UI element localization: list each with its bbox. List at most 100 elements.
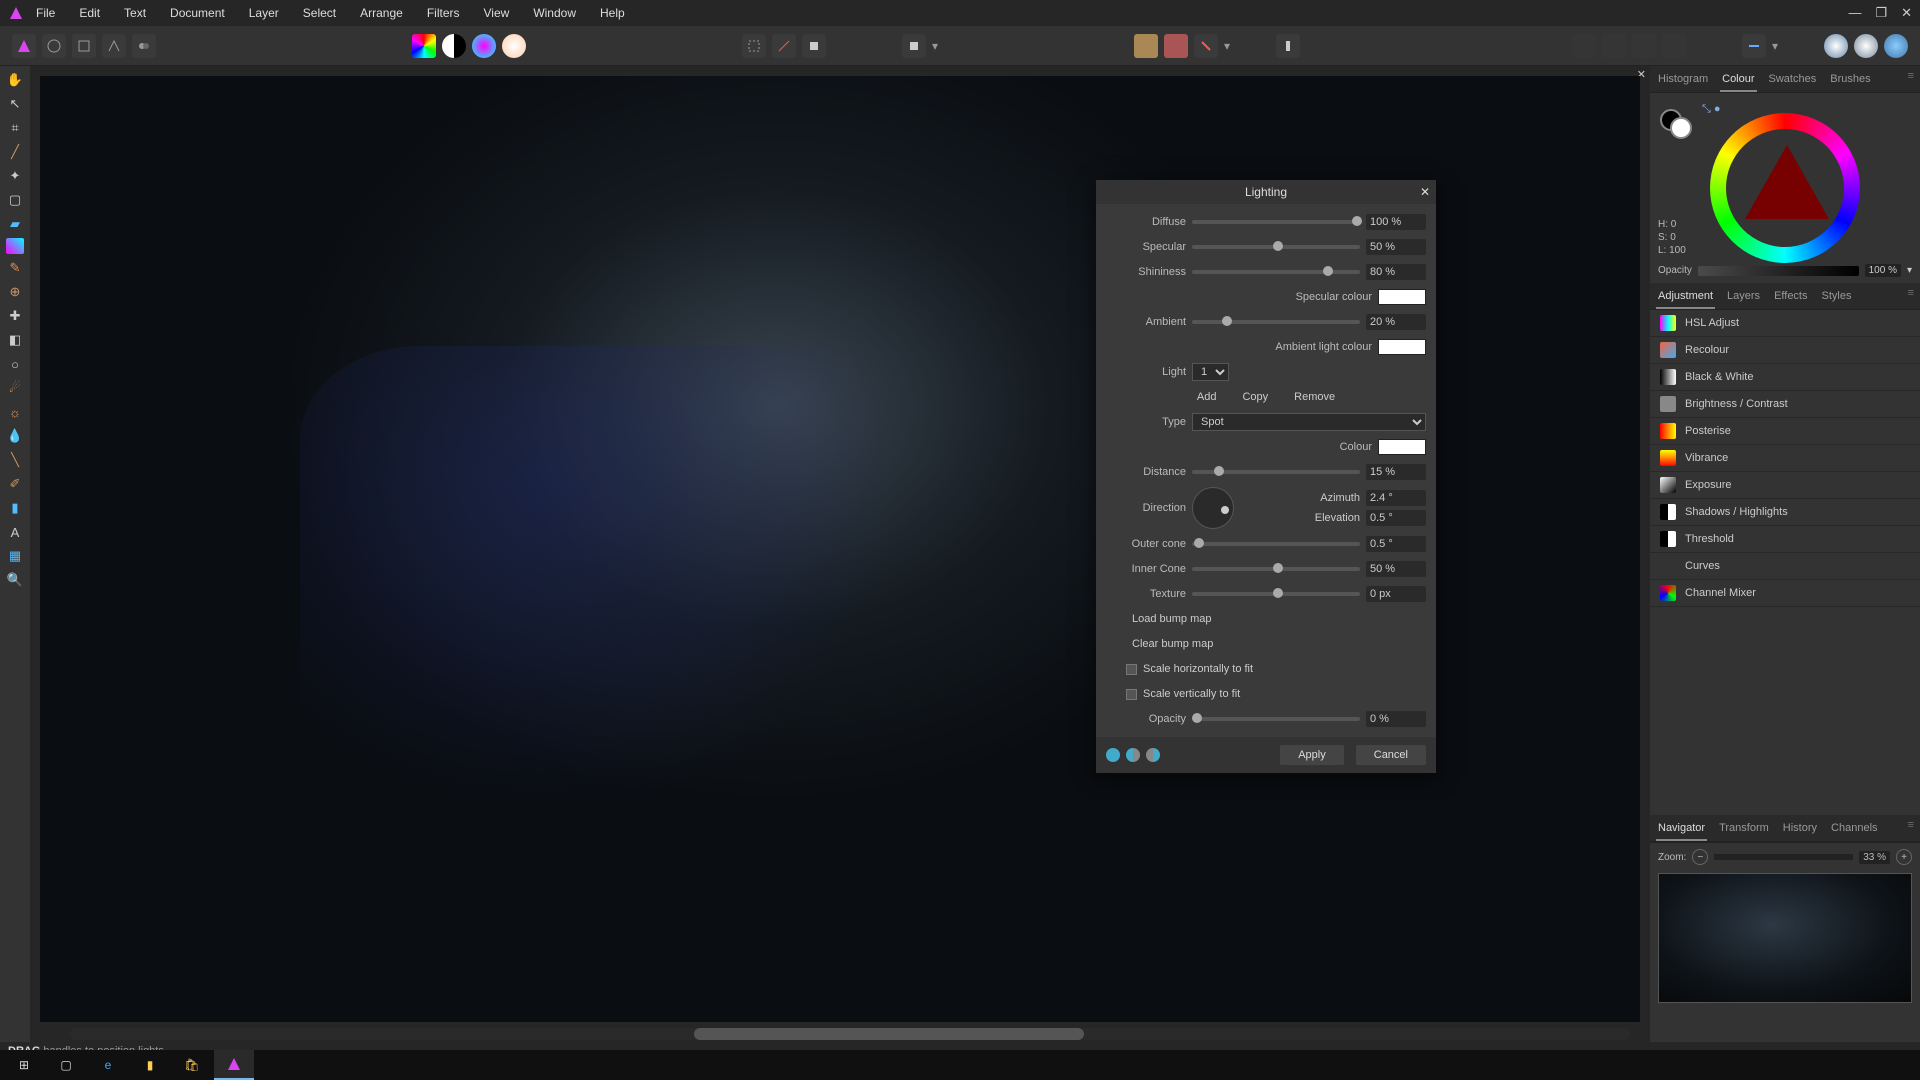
tab-channels[interactable]: Channels (1829, 819, 1879, 841)
shininess-slider[interactable] (1192, 270, 1360, 274)
arrange-backward-icon[interactable] (1602, 34, 1626, 58)
live-filter-icon[interactable] (1884, 34, 1908, 58)
adjustment-item[interactable]: Posterise (1650, 418, 1920, 445)
menu-arrange[interactable]: Arrange (360, 6, 403, 20)
crop-tool-icon[interactable]: ⌗ (4, 118, 26, 138)
specular-value[interactable]: 50 % (1366, 239, 1426, 255)
greyscale-icon[interactable] (442, 34, 466, 58)
adjustment-item[interactable]: Shadows / Highlights (1650, 499, 1920, 526)
tab-swatches[interactable]: Swatches (1767, 70, 1819, 92)
opacity-value[interactable]: 100 % (1865, 264, 1901, 277)
persona-export-icon[interactable] (132, 34, 156, 58)
menu-document[interactable]: Document (170, 6, 225, 20)
smudge-tool-icon[interactable]: ☄ (4, 378, 26, 398)
navigator-thumbnail[interactable] (1658, 873, 1912, 1003)
selection-subtract-icon[interactable] (772, 34, 796, 58)
arrange-front-icon[interactable] (1662, 34, 1686, 58)
texture-value[interactable]: 0 px (1366, 586, 1426, 602)
dialog-opacity-value[interactable]: 0 % (1366, 711, 1426, 727)
scale-v-checkbox[interactable] (1126, 689, 1137, 700)
persona-tone-icon[interactable] (102, 34, 126, 58)
texture-slider[interactable] (1192, 592, 1360, 596)
dialog-opacity-slider[interactable] (1192, 717, 1360, 721)
tab-transform[interactable]: Transform (1717, 819, 1771, 841)
selection-tool-icon[interactable] (742, 34, 766, 58)
vector-tool-icon[interactable]: ✐ (4, 474, 26, 494)
arrange-back-icon[interactable] (1572, 34, 1596, 58)
wand-tool-icon[interactable]: ✦ (4, 166, 26, 186)
copy-light-button[interactable]: Copy (1236, 391, 1274, 403)
direction-control[interactable] (1192, 487, 1234, 529)
remove-light-button[interactable]: Remove (1288, 391, 1341, 403)
rgb-icon[interactable] (472, 34, 496, 58)
move-tool-icon[interactable]: ↖ (4, 94, 26, 114)
scale-h-checkbox[interactable] (1126, 664, 1137, 675)
outer-cone-slider[interactable] (1192, 542, 1360, 546)
menu-help[interactable]: Help (600, 6, 625, 20)
light-colour-swatch[interactable] (1378, 439, 1426, 455)
dialog-close-icon[interactable]: ✕ (1420, 185, 1430, 199)
menu-file[interactable]: File (36, 6, 55, 20)
add-layer-icon[interactable] (1824, 34, 1848, 58)
edge-browser-icon[interactable]: e (88, 1050, 128, 1080)
adjustment-item[interactable]: Exposure (1650, 472, 1920, 499)
adjustment-item[interactable]: Vibrance (1650, 445, 1920, 472)
panel-menu-icon[interactable]: ≡ (1908, 287, 1914, 309)
dialog-titlebar[interactable]: Lighting ✕ (1096, 180, 1436, 204)
dodge-tool-icon[interactable]: ○ (4, 354, 26, 374)
specular-colour-swatch[interactable] (1378, 289, 1426, 305)
quick-mask-icon[interactable] (802, 34, 826, 58)
inner-cone-slider[interactable] (1192, 567, 1360, 571)
menu-text[interactable]: Text (124, 6, 146, 20)
dropdown-arrow-icon[interactable]: ▾ (1772, 39, 1778, 53)
dropdown-arrow-icon[interactable]: ▾ (932, 39, 938, 53)
lighting-gizmo[interactable] (40, 76, 340, 226)
clear-bump-button[interactable]: Clear bump map (1126, 638, 1219, 650)
horizontal-scrollbar[interactable] (70, 1028, 1630, 1040)
colour-triangle[interactable] (1745, 145, 1829, 219)
specular-slider[interactable] (1192, 245, 1360, 249)
maximize-button[interactable]: ❐ (1875, 5, 1887, 21)
panel-menu-icon[interactable]: ≡ (1908, 819, 1914, 841)
crop-icon[interactable] (902, 34, 926, 58)
ambient-colour-swatch[interactable] (1378, 339, 1426, 355)
persona-develop-icon[interactable] (72, 34, 96, 58)
file-explorer-icon[interactable]: ▮ (130, 1050, 170, 1080)
adjustment-item[interactable]: HSL Adjust (1650, 310, 1920, 337)
preview-side-icon[interactable] (1146, 748, 1160, 762)
dropdown-arrow-icon[interactable]: ▾ (1224, 39, 1230, 53)
tab-layers[interactable]: Layers (1725, 287, 1762, 309)
start-button[interactable]: ⊞ (4, 1050, 44, 1080)
adjustment-item[interactable]: Channel Mixer (1650, 580, 1920, 607)
light-select[interactable]: 1 (1192, 363, 1229, 381)
marquee-tool-icon[interactable]: ▢ (4, 190, 26, 210)
zoom-in-button[interactable]: + (1896, 849, 1912, 865)
burn-tool-icon[interactable]: ☼ (4, 402, 26, 422)
apply-button[interactable]: Apply (1280, 745, 1344, 765)
cancel-button[interactable]: Cancel (1356, 745, 1426, 765)
ambient-slider[interactable] (1192, 320, 1360, 324)
affinity-taskbar-icon[interactable] (214, 1050, 254, 1080)
tab-navigator[interactable]: Navigator (1656, 819, 1707, 841)
assistant-icon[interactable] (1276, 34, 1300, 58)
outer-cone-value[interactable]: 0.5 ° (1366, 536, 1426, 552)
adjustment-item[interactable]: Curves (1650, 553, 1920, 580)
menu-window[interactable]: Window (533, 6, 576, 20)
distance-value[interactable]: 15 % (1366, 464, 1426, 480)
snap-pixel-icon[interactable] (1164, 34, 1188, 58)
snap-force-icon[interactable] (1194, 34, 1218, 58)
persona-photo-icon[interactable] (12, 34, 36, 58)
tab-brushes[interactable]: Brushes (1828, 70, 1872, 92)
tab-styles[interactable]: Styles (1820, 287, 1854, 309)
shape-tool-icon[interactable]: ▮ (4, 498, 26, 518)
distance-slider[interactable] (1192, 470, 1360, 474)
preview-split-icon[interactable] (1106, 748, 1120, 762)
ambient-value[interactable]: 20 % (1366, 314, 1426, 330)
gradient-tool-icon[interactable] (6, 238, 24, 254)
lab-icon[interactable] (502, 34, 526, 58)
text-tool-icon[interactable]: A (4, 522, 26, 542)
azimuth-value[interactable]: 2.4 ° (1366, 490, 1426, 506)
blur-tool-icon[interactable]: 💧 (4, 426, 26, 446)
store-icon[interactable]: 🛍 (172, 1050, 212, 1080)
snap-grid-icon[interactable] (1134, 34, 1158, 58)
